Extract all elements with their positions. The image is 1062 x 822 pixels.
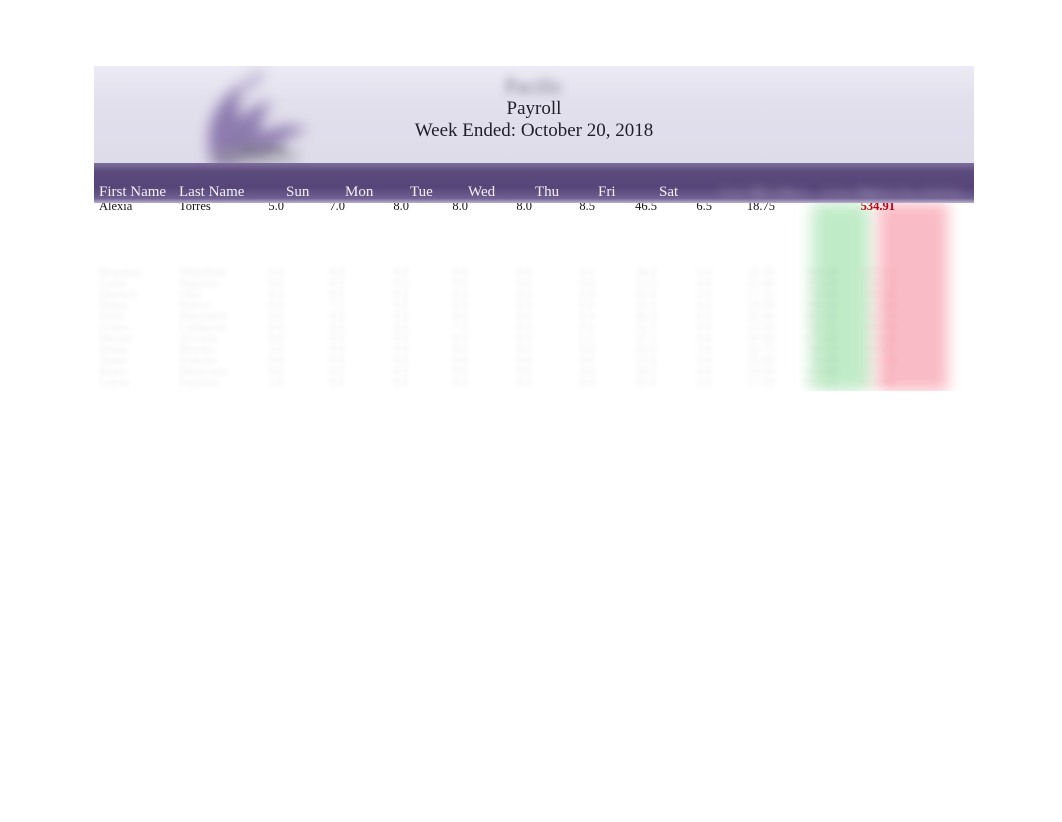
company-name: Pacific xyxy=(504,74,564,98)
table-body: Alexia Torres 5.0 7.0 8.0 8.0 8.0 8.5 46.5 6.5 18.… xyxy=(94,203,974,391)
column-header[interactable]: Due xyxy=(940,184,962,200)
document-canvas: PACIFIC Pacific Payroll Week Ended: Octo… xyxy=(0,0,1062,822)
table-header-row: First Name Last Name Sun Mon Tue Wed Thu Fri Sat… xyxy=(94,163,974,203)
column-header[interactable]: Sun xyxy=(286,184,309,201)
cell-first-name: Lucas xyxy=(99,375,129,389)
document-banner: PACIFIC Pacific Payroll Week Ended: Octo… xyxy=(94,66,974,163)
cell-value: 5.0 xyxy=(268,375,284,389)
column-header[interactable]: Tue xyxy=(410,184,433,201)
column-header[interactable]: Wed xyxy=(468,184,495,201)
column-header[interactable]: Net Pay xyxy=(876,184,918,200)
column-header[interactable]: First Name xyxy=(99,184,166,201)
cell-value: 45.0 xyxy=(635,375,657,389)
cell-value: 8.0 xyxy=(329,375,345,389)
page-subtitle: Week Ended: October 20, 2018 xyxy=(414,120,654,141)
column-header[interactable]: Mon xyxy=(345,184,373,201)
cell-value: 8.0 xyxy=(516,375,532,389)
cell-last-name: Ferreira xyxy=(179,375,219,389)
cell-value: 831.25 xyxy=(803,375,838,389)
table-row[interactable]: Lucas Ferreira 5.0 8.0 8.0 8.0 8.0 8.0 45.0 5.0 17… xyxy=(94,375,974,390)
column-header[interactable]: Thu xyxy=(535,184,559,201)
faded-table-rows: Brandon Whitfield 0.0 8.0 8.0 8.0 8.0 4.0 36.0 0.… xyxy=(94,203,974,391)
logo-caption: PACIFIC xyxy=(240,144,288,156)
cell-value: 8.0 xyxy=(393,375,409,389)
cell-value: 17.50 xyxy=(746,375,775,389)
payroll-sheet: PACIFIC Pacific Payroll Week Ended: Octo… xyxy=(94,66,974,391)
page-title: Payroll xyxy=(506,98,562,119)
cell-value: 5.0 xyxy=(696,375,712,389)
cell-value: 8.0 xyxy=(579,375,595,389)
column-header[interactable]: Adj xyxy=(920,184,940,200)
column-header[interactable]: Rate xyxy=(784,184,808,200)
column-header[interactable]: Fri xyxy=(598,184,616,201)
column-header[interactable]: Last Name xyxy=(179,184,244,201)
cell-value: 8.0 xyxy=(452,375,468,389)
cell-value: 654.08 xyxy=(860,375,895,389)
column-header[interactable]: Sat xyxy=(659,184,678,201)
